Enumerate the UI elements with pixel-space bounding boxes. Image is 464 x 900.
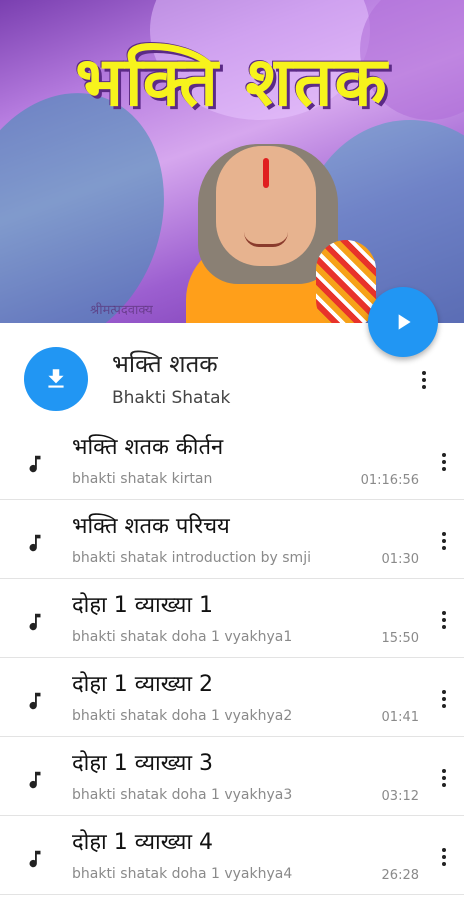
guru-portrait <box>186 140 376 323</box>
track-duration: 01:41 <box>381 710 419 725</box>
track-more-button[interactable] <box>436 529 452 553</box>
track-subtitle: bhakti shatak doha 1 vyakhya2 <box>72 708 293 724</box>
track-more-button[interactable] <box>436 845 452 869</box>
track-title: दोहा 1 व्याख्या 3 <box>72 751 214 776</box>
track-row[interactable]: दोहा 1 व्याख्या 1 bhakti shatak doha 1 v… <box>0 579 464 658</box>
track-title: भक्ति शतक परिचय <box>72 514 230 539</box>
download-icon <box>48 369 64 388</box>
track-title: दोहा 1 व्याख्या 4 <box>72 830 214 855</box>
track-duration: 03:12 <box>381 789 419 804</box>
music-note-icon <box>29 771 41 789</box>
music-note-icon <box>29 534 41 552</box>
banner-watermark: श्रीमत्पदवाक्य <box>90 303 153 318</box>
album-subtitle: Bhakti Shatak <box>112 388 231 408</box>
more-vert-icon <box>442 611 446 629</box>
more-vert-icon <box>442 690 446 708</box>
track-subtitle: bhakti shatak doha 1 vyakhya4 <box>72 866 293 882</box>
track-title: दोहा 1 व्याख्या 2 <box>72 672 214 697</box>
track-duration: 26:28 <box>381 868 419 883</box>
more-vert-icon <box>422 371 426 389</box>
track-more-button[interactable] <box>436 450 452 474</box>
track-more-button[interactable] <box>436 608 452 632</box>
download-button[interactable] <box>24 347 88 411</box>
album-header: भक्ति शतक Bhakti Shatak <box>0 323 464 421</box>
music-note-icon <box>29 850 41 868</box>
more-vert-icon <box>442 453 446 471</box>
track-row[interactable]: दोहा 1 व्याख्या 2 bhakti shatak doha 1 v… <box>0 658 464 737</box>
music-note-icon <box>29 455 41 473</box>
track-list: भक्ति शतक कीर्तन bhakti shatak kirtan 01… <box>0 421 464 895</box>
track-title: दोहा 1 व्याख्या 1 <box>72 593 214 618</box>
more-vert-icon <box>442 532 446 550</box>
track-row[interactable]: भक्ति शतक कीर्तन bhakti shatak kirtan 01… <box>0 421 464 500</box>
track-subtitle: bhakti shatak introduction by smji <box>72 550 311 566</box>
track-row[interactable]: दोहा 1 व्याख्या 4 bhakti shatak doha 1 v… <box>0 816 464 895</box>
album-title: भक्ति शतक <box>112 350 218 378</box>
track-subtitle: bhakti shatak doha 1 vyakhya1 <box>72 629 293 645</box>
track-title: भक्ति शतक कीर्तन <box>72 435 224 460</box>
track-row[interactable]: भक्ति शतक परिचय bhakti shatak introducti… <box>0 500 464 579</box>
track-subtitle: bhakti shatak kirtan <box>72 471 213 487</box>
track-duration: 15:50 <box>381 631 419 646</box>
track-more-button[interactable] <box>436 687 452 711</box>
music-note-icon <box>29 692 41 710</box>
track-subtitle: bhakti shatak doha 1 vyakhya3 <box>72 787 293 803</box>
track-row[interactable]: दोहा 1 व्याख्या 3 bhakti shatak doha 1 v… <box>0 737 464 816</box>
track-duration: 01:16:56 <box>360 473 419 488</box>
more-vert-icon <box>442 848 446 866</box>
track-duration: 01:30 <box>381 552 419 567</box>
more-vert-icon <box>442 769 446 787</box>
album-banner: भक्ति शतक श्रीमत्पदवाक्य <box>0 0 464 323</box>
music-note-icon <box>29 613 41 631</box>
banner-title: भक्ति शतक <box>75 43 389 122</box>
track-more-button[interactable] <box>436 766 452 790</box>
album-more-button[interactable] <box>414 367 434 393</box>
